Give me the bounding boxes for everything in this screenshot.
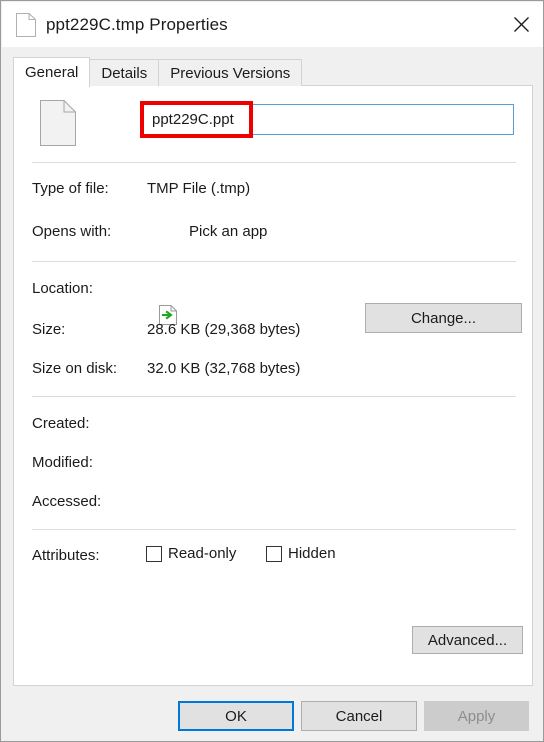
close-icon[interactable] [498, 2, 543, 47]
size-on-disk-value: 32.0 KB (32,768 bytes) [147, 360, 301, 377]
change-button-label: Change... [410, 309, 477, 327]
ok-button[interactable]: OK [178, 701, 294, 731]
tab-previous-versions[interactable]: Previous Versions [158, 59, 303, 86]
modified-label: Modified: [32, 454, 93, 471]
filename-value: ppt229C.ppt [152, 111, 234, 128]
apply-button-label: Apply [457, 707, 496, 725]
ok-button-label: OK [225, 707, 247, 725]
tab-details-label: Details [101, 64, 148, 82]
divider-4 [32, 529, 516, 530]
attributes-label: Attributes: [32, 547, 100, 564]
advanced-button-label: Advanced... [427, 631, 508, 649]
tab-general-label: General [25, 64, 79, 81]
opens-with-value: Pick an app [189, 223, 268, 240]
title-bar: ppt229C.tmp Properties [2, 2, 543, 47]
divider-3 [32, 396, 516, 397]
tab-previous-versions-label: Previous Versions [170, 64, 291, 82]
opens-with-label: Opens with: [32, 223, 112, 240]
type-of-file-value: TMP File (.tmp) [147, 180, 251, 197]
hidden-checkbox[interactable]: Hidden [266, 545, 336, 562]
file-document-icon [16, 12, 36, 37]
location-label: Location: [32, 280, 93, 297]
tab-general[interactable]: General [13, 57, 91, 87]
read-only-checkbox-box [146, 545, 162, 562]
hidden-checkbox-label: Hidden [288, 545, 336, 562]
accessed-label: Accessed: [32, 493, 102, 510]
type-of-file-label: Type of file: [32, 180, 109, 197]
change-button[interactable]: Change... [365, 303, 522, 333]
tab-details[interactable]: Details [89, 59, 160, 86]
advanced-button[interactable]: Advanced... [412, 626, 523, 654]
window-title: ppt229C.tmp Properties [46, 14, 228, 34]
general-tab-panel: ppt229C.ppt Type of file: TMP File (.tmp… [13, 85, 533, 686]
dialog-footer: OK Cancel Apply [2, 687, 543, 741]
filename-input[interactable]: ppt229C.ppt [142, 104, 514, 135]
divider-2 [32, 261, 516, 262]
size-label: Size: [32, 321, 66, 338]
created-label: Created: [32, 415, 90, 432]
hidden-checkbox-box [266, 545, 282, 562]
apply-button: Apply [424, 701, 529, 731]
read-only-checkbox[interactable]: Read-only [146, 545, 236, 562]
properties-dialog: ppt229C.tmp Properties General Details P… [0, 0, 544, 742]
size-on-disk-label: Size on disk: [32, 360, 118, 377]
divider-1 [32, 162, 516, 163]
read-only-checkbox-label: Read-only [168, 545, 237, 562]
cancel-button[interactable]: Cancel [301, 701, 417, 731]
cancel-button-label: Cancel [335, 707, 383, 725]
tab-strip: General Details Previous Versions [13, 57, 303, 87]
generic-file-icon [40, 100, 76, 146]
size-value: 28.6 KB (29,368 bytes) [147, 321, 301, 338]
